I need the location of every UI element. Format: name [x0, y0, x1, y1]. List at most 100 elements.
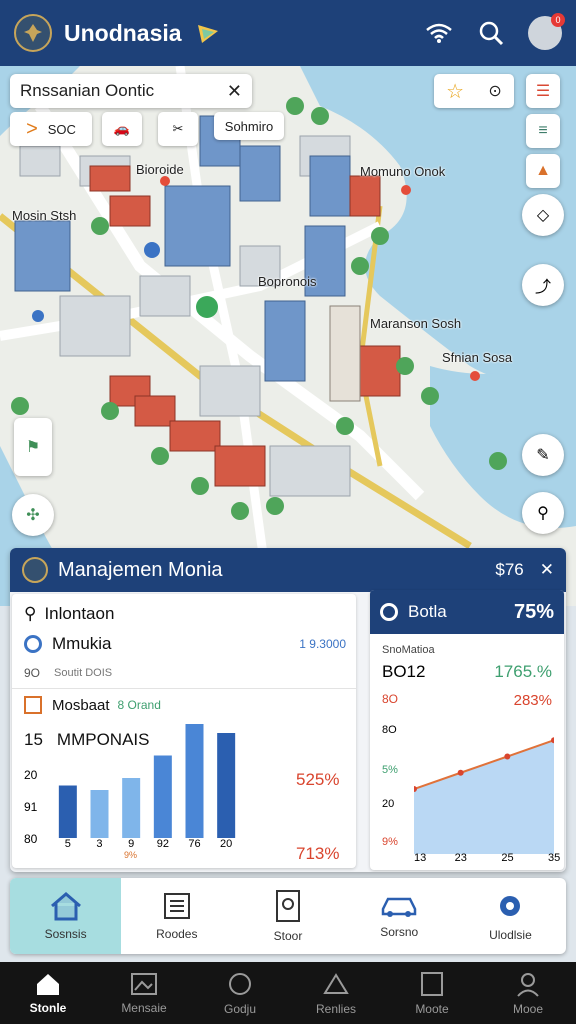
nav-item-more[interactable]: Mooe [480, 962, 576, 1024]
bar[interactable] [185, 724, 204, 838]
tab-bar: Sosnsis Roodes Stoor Sorsno Ulodlsie [10, 878, 566, 954]
tab-store[interactable]: Stoor [232, 878, 343, 954]
bottom-nav: Stonle Mensaie Godju Renlies Moote Mooe [0, 962, 576, 1024]
map-label: Maranson Sosh [370, 316, 462, 331]
grid-icon [24, 696, 42, 714]
route-button[interactable]: ⤴ [522, 264, 564, 306]
summary-title: Botla [408, 602, 447, 621]
nav-item-messages[interactable]: Mensaie [96, 962, 192, 1024]
route-icon: ⤴ [534, 279, 551, 296]
recenter-button[interactable]: ✣ [12, 494, 54, 536]
tab-label: Ulodlsie [489, 928, 532, 942]
pin-button[interactable]: ⚲ [522, 492, 564, 534]
close-icon[interactable]: ✕ [227, 81, 242, 102]
search-icon[interactable] [476, 18, 506, 48]
layers-icon: ☰ [535, 83, 551, 100]
notification-badge-icon: 0 [551, 13, 565, 27]
tab-home[interactable]: Sosnsis [10, 878, 122, 954]
y-tick: 20 [24, 768, 38, 782]
area-chart [414, 737, 554, 854]
pencil-icon: ✎ [536, 447, 550, 464]
stats-card: ⚲ Inlontaon Mmukia 1 9.3000 9O Soutit DO… [12, 594, 356, 868]
filter-chip[interactable]: > SOC [10, 112, 92, 146]
nav-item-home[interactable]: Stonle [0, 962, 96, 1024]
city-map-illustration [0, 66, 576, 606]
map-view[interactable]: Bioroide Momuno Onok Mosin Stsh Bopronoi… [0, 66, 576, 606]
bar[interactable] [58, 785, 77, 839]
nav-label: Godju [223, 1001, 257, 1016]
bar-chart [58, 724, 236, 839]
favorite-button[interactable]: ☆ ⊙ [434, 74, 514, 108]
list-icon: ≡ [538, 122, 548, 139]
summary-label: 5% [382, 764, 398, 776]
tab-label: Sosnsis [44, 927, 87, 941]
bar[interactable] [90, 790, 109, 838]
x-axis-note: 9% [124, 850, 138, 860]
layers-button[interactable]: ☰ [526, 74, 560, 108]
data-point[interactable] [457, 769, 464, 776]
nav-label: Moote [415, 1001, 449, 1016]
tab-services[interactable]: Sorsno [344, 878, 455, 954]
map-tool-button[interactable]: ⚑ [14, 418, 52, 476]
management-panel: Manajemen Monia $76 ✕ ⚲ Inlontaon Mmukia… [10, 548, 566, 872]
top-bar: Unodnasia 0 [0, 0, 576, 66]
location-button[interactable]: ◇ [522, 194, 564, 236]
location-search-input[interactable]: Rnssanian Oontic ✕ [10, 74, 252, 108]
chart-icon: ▲ [535, 162, 551, 179]
car-filter-button[interactable]: 🚗 [102, 112, 142, 146]
document-icon [163, 893, 190, 919]
x-tick-label: 25 [501, 852, 514, 864]
tab-settings[interactable]: Ulodlsie [455, 878, 566, 954]
search-icon: ⚲ [24, 604, 37, 623]
summary-red-value: 283% [513, 692, 552, 709]
home-icon [50, 892, 81, 921]
nav-label: Renlies [315, 1001, 357, 1016]
list-item[interactable]: Mmukia 1 9.3000 [24, 634, 346, 654]
item-value: 1 9.3000 [299, 637, 346, 651]
data-point[interactable] [504, 753, 511, 760]
info-icon: ⊙ [488, 83, 502, 100]
x-tick-label: 76 [188, 838, 201, 850]
summary-label: 8O [382, 692, 399, 706]
x-tick-label: 3 [96, 838, 103, 850]
x-tick-label: 92 [156, 838, 169, 850]
summary-header[interactable]: Botla 75% [370, 590, 564, 634]
summary-card: Botla 75% SnoMatioa BO12 1765.% 8O 283% … [370, 590, 564, 870]
app: Unodnasia 0 Bioroide Momuno Onok Mosin S… [0, 0, 576, 1024]
bar[interactable] [153, 755, 172, 839]
pin-icon: ⚲ [537, 505, 549, 522]
nav-item-mode[interactable]: Moote [384, 962, 480, 1024]
nav-item-explore[interactable]: Godju [192, 962, 288, 1024]
list-item[interactable]: Mosbaat 8 Orand [24, 696, 161, 714]
x-tick-label: 13 [414, 852, 427, 864]
category-chip[interactable]: Sohmiro [214, 112, 284, 140]
panel-header: Manajemen Monia $76 ✕ [10, 548, 566, 592]
map-label: Sfnian Sosa [442, 350, 513, 365]
chart-button[interactable]: ▲ [526, 154, 560, 188]
bar[interactable] [217, 733, 236, 838]
x-tick-label: 5 [64, 838, 71, 850]
sub-text: Soutit DOIS [54, 667, 113, 679]
summary-label: 20 [382, 798, 395, 810]
bar[interactable] [122, 778, 141, 838]
list-item[interactable]: ⚲ Inlontaon [24, 604, 114, 624]
y-tick: 91 [24, 800, 38, 814]
tab-records[interactable]: Roodes [121, 878, 232, 954]
list-button[interactable]: ≡ [526, 114, 560, 148]
edit-button[interactable]: ✎ [522, 434, 564, 476]
x-tick-label: 20 [220, 838, 233, 850]
tools-filter-button[interactable]: ✂ [158, 112, 198, 146]
app-logo [14, 14, 52, 52]
chip-label: Sohmiro [224, 118, 274, 134]
device-icon [276, 890, 300, 922]
close-icon[interactable]: ✕ [540, 560, 554, 580]
nav-item-replies[interactable]: Renlies [288, 962, 384, 1024]
avatar[interactable]: 0 [528, 13, 565, 50]
circle-icon [24, 635, 42, 653]
x-tick-label: 35 [548, 852, 561, 864]
wifi-icon[interactable] [424, 18, 454, 48]
circle-icon [380, 603, 398, 621]
y-tick: 80 [24, 832, 38, 846]
picture-icon [131, 972, 157, 995]
tab-label: Sorsno [380, 925, 419, 939]
